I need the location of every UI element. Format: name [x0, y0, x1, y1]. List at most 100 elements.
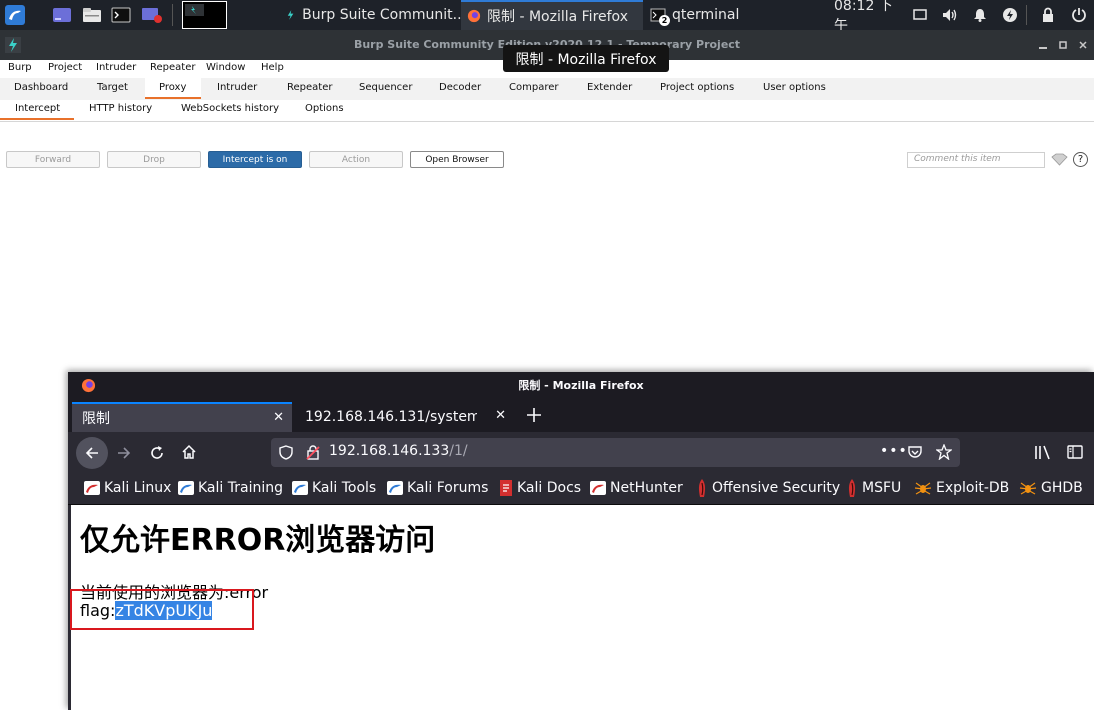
- bookmark-label: Exploit-DB: [936, 480, 1010, 496]
- subtab-http-history[interactable]: HTTP history: [89, 103, 152, 114]
- open-browser-button[interactable]: Open Browser: [410, 151, 504, 168]
- tab-comparer[interactable]: Comparer: [509, 82, 558, 93]
- taskbar-firefox[interactable]: 限制 - Mozilla Firefox: [461, 0, 643, 30]
- insecure-lock-icon[interactable]: [306, 445, 320, 460]
- bookmark-exploit-db[interactable]: Exploit-DB: [914, 472, 1009, 504]
- bookmark-label: MSFU: [862, 480, 902, 496]
- tab-title: 192.168.146.131/system_wv: [305, 409, 477, 425]
- action-button[interactable]: Action: [309, 151, 403, 168]
- url-host: 192.168.146.133: [329, 443, 450, 459]
- url-path: /1/: [449, 443, 468, 459]
- bookmark-kali-training[interactable]: Kali Training: [178, 472, 283, 504]
- tab-dashboard[interactable]: Dashboard: [14, 82, 68, 93]
- maximize-icon[interactable]: [1055, 30, 1071, 60]
- tab-sequencer[interactable]: Sequencer: [359, 82, 412, 93]
- taskbar-tooltip: 限制 - Mozilla Firefox: [503, 45, 669, 72]
- close-icon[interactable]: [1075, 30, 1091, 60]
- show-desktop-icon[interactable]: [50, 0, 74, 30]
- page-actions-icon[interactable]: •••: [880, 443, 908, 459]
- menu-repeater[interactable]: Repeater: [150, 62, 195, 73]
- subtab-options[interactable]: Options: [305, 103, 344, 114]
- menu-burp[interactable]: Burp: [8, 62, 32, 73]
- menu-window[interactable]: Window: [206, 62, 245, 73]
- subtab-intercept[interactable]: Intercept: [15, 103, 60, 114]
- tab-title: 限制: [82, 411, 110, 427]
- display-icon[interactable]: [913, 0, 929, 30]
- lock-screen-icon[interactable]: [1041, 0, 1057, 30]
- clock[interactable]: 08:12 下午: [834, 0, 906, 34]
- offensive-security-icon: [698, 479, 706, 497]
- terminal-launcher-icon[interactable]: [109, 0, 133, 30]
- volume-icon[interactable]: [942, 0, 960, 30]
- tab-decoder[interactable]: Decoder: [439, 82, 481, 93]
- menu-intruder[interactable]: Intruder: [96, 62, 136, 73]
- taskbar-burp[interactable]: Burp Suite Communit...: [279, 0, 472, 30]
- bookmark-label: Kali Forums: [407, 480, 489, 496]
- taskbar-firefox-title: 限制 - Mozilla Firefox: [487, 9, 628, 25]
- taskbar-qterminal[interactable]: 2 qterminal: [644, 0, 766, 30]
- pocket-icon[interactable]: [907, 445, 923, 460]
- minimize-icon[interactable]: [1035, 30, 1051, 60]
- sidebar-icon[interactable]: [1067, 445, 1083, 459]
- subtab-websockets-history[interactable]: WebSockets history: [181, 103, 279, 114]
- exploit-db-spider-icon: [914, 482, 932, 495]
- menu-help[interactable]: Help: [261, 62, 284, 73]
- new-tab-icon[interactable]: [526, 407, 542, 423]
- bookmark-label: Kali Training: [198, 480, 283, 496]
- power-manager-icon[interactable]: [1002, 0, 1020, 30]
- tab-close-icon[interactable]: ✕: [273, 410, 284, 425]
- url-bar[interactable]: 192.168.146.133/1/ •••: [271, 438, 960, 467]
- drop-button[interactable]: Drop: [107, 151, 201, 168]
- menu-project[interactable]: Project: [48, 62, 82, 73]
- back-icon[interactable]: [76, 437, 108, 469]
- tab-close-icon[interactable]: ✕: [495, 408, 506, 423]
- screen-recorder-icon[interactable]: [139, 0, 165, 30]
- forward-button[interactable]: Forward: [6, 151, 100, 168]
- panel-separator: [1026, 5, 1027, 25]
- bookmark-kali-linux[interactable]: Kali Linux: [84, 472, 171, 504]
- firefox-titlebar[interactable]: 限制 - Mozilla Firefox: [68, 372, 1094, 399]
- selected-subtab-indicator: [0, 118, 74, 120]
- workspace-switcher[interactable]: [182, 0, 227, 30]
- url-text[interactable]: 192.168.146.133/1/: [329, 443, 468, 459]
- tab-target[interactable]: Target: [97, 82, 128, 93]
- firefox-tabbar: 限制 ✕ 192.168.146.131/system_wv ✕: [68, 399, 1094, 432]
- bookmark-nethunter[interactable]: NetHunter: [590, 472, 683, 504]
- bookmark-star-icon[interactable]: [936, 444, 952, 460]
- bookmark-kali-tools[interactable]: Kali Tools: [292, 472, 376, 504]
- tracking-shield-icon[interactable]: [279, 445, 293, 460]
- tab-user-options[interactable]: User options: [763, 82, 826, 93]
- window-count-badge: 2: [659, 15, 670, 26]
- help-icon[interactable]: ?: [1073, 152, 1088, 167]
- file-manager-icon[interactable]: [80, 0, 104, 30]
- browser-tab-active[interactable]: 限制 ✕: [72, 402, 292, 432]
- proxy-subtabs: Intercept HTTP history WebSockets histor…: [0, 100, 1094, 122]
- top-panel: Burp Suite Communit... 限制 - Mozilla Fire…: [0, 0, 1094, 34]
- reload-icon[interactable]: [149, 445, 165, 461]
- bookmark-offensive-security[interactable]: Offensive Security: [696, 472, 840, 504]
- bookmark-label: Kali Docs: [517, 480, 582, 496]
- comment-input[interactable]: Comment this item: [907, 152, 1045, 168]
- page-heading: 仅允许ERROR浏览器访问: [80, 523, 436, 558]
- bookmark-ghdb[interactable]: GHDB: [1019, 472, 1083, 504]
- notification-bell-icon[interactable]: [973, 0, 989, 30]
- kali-menu-icon[interactable]: [2, 0, 28, 30]
- tab-repeater[interactable]: Repeater: [287, 82, 332, 93]
- logout-icon[interactable]: [1071, 0, 1089, 30]
- burp-main-tabs: Dashboard Target Proxy Intruder Repeater…: [0, 78, 1094, 101]
- intercept-toggle-button[interactable]: Intercept is on: [208, 151, 302, 168]
- home-icon[interactable]: [181, 444, 197, 460]
- red-highlight-box: [70, 589, 254, 630]
- tab-proxy[interactable]: Proxy: [159, 82, 186, 93]
- bookmark-kali-forums[interactable]: Kali Forums: [387, 472, 488, 504]
- bookmark-kali-docs[interactable]: Kali Docs: [499, 472, 581, 504]
- bookmark-msfu[interactable]: MSFU: [846, 472, 901, 504]
- tab-intruder[interactable]: Intruder: [217, 82, 257, 93]
- burp-app-icon: [287, 10, 294, 20]
- tab-extender[interactable]: Extender: [587, 82, 632, 93]
- tab-project-options[interactable]: Project options: [660, 82, 734, 93]
- forward-icon[interactable]: [116, 445, 132, 461]
- library-icon[interactable]: [1034, 445, 1051, 460]
- browser-tab[interactable]: 192.168.146.131/system_wv ✕: [294, 402, 514, 432]
- highlight-diamond-icon[interactable]: [1051, 153, 1068, 166]
